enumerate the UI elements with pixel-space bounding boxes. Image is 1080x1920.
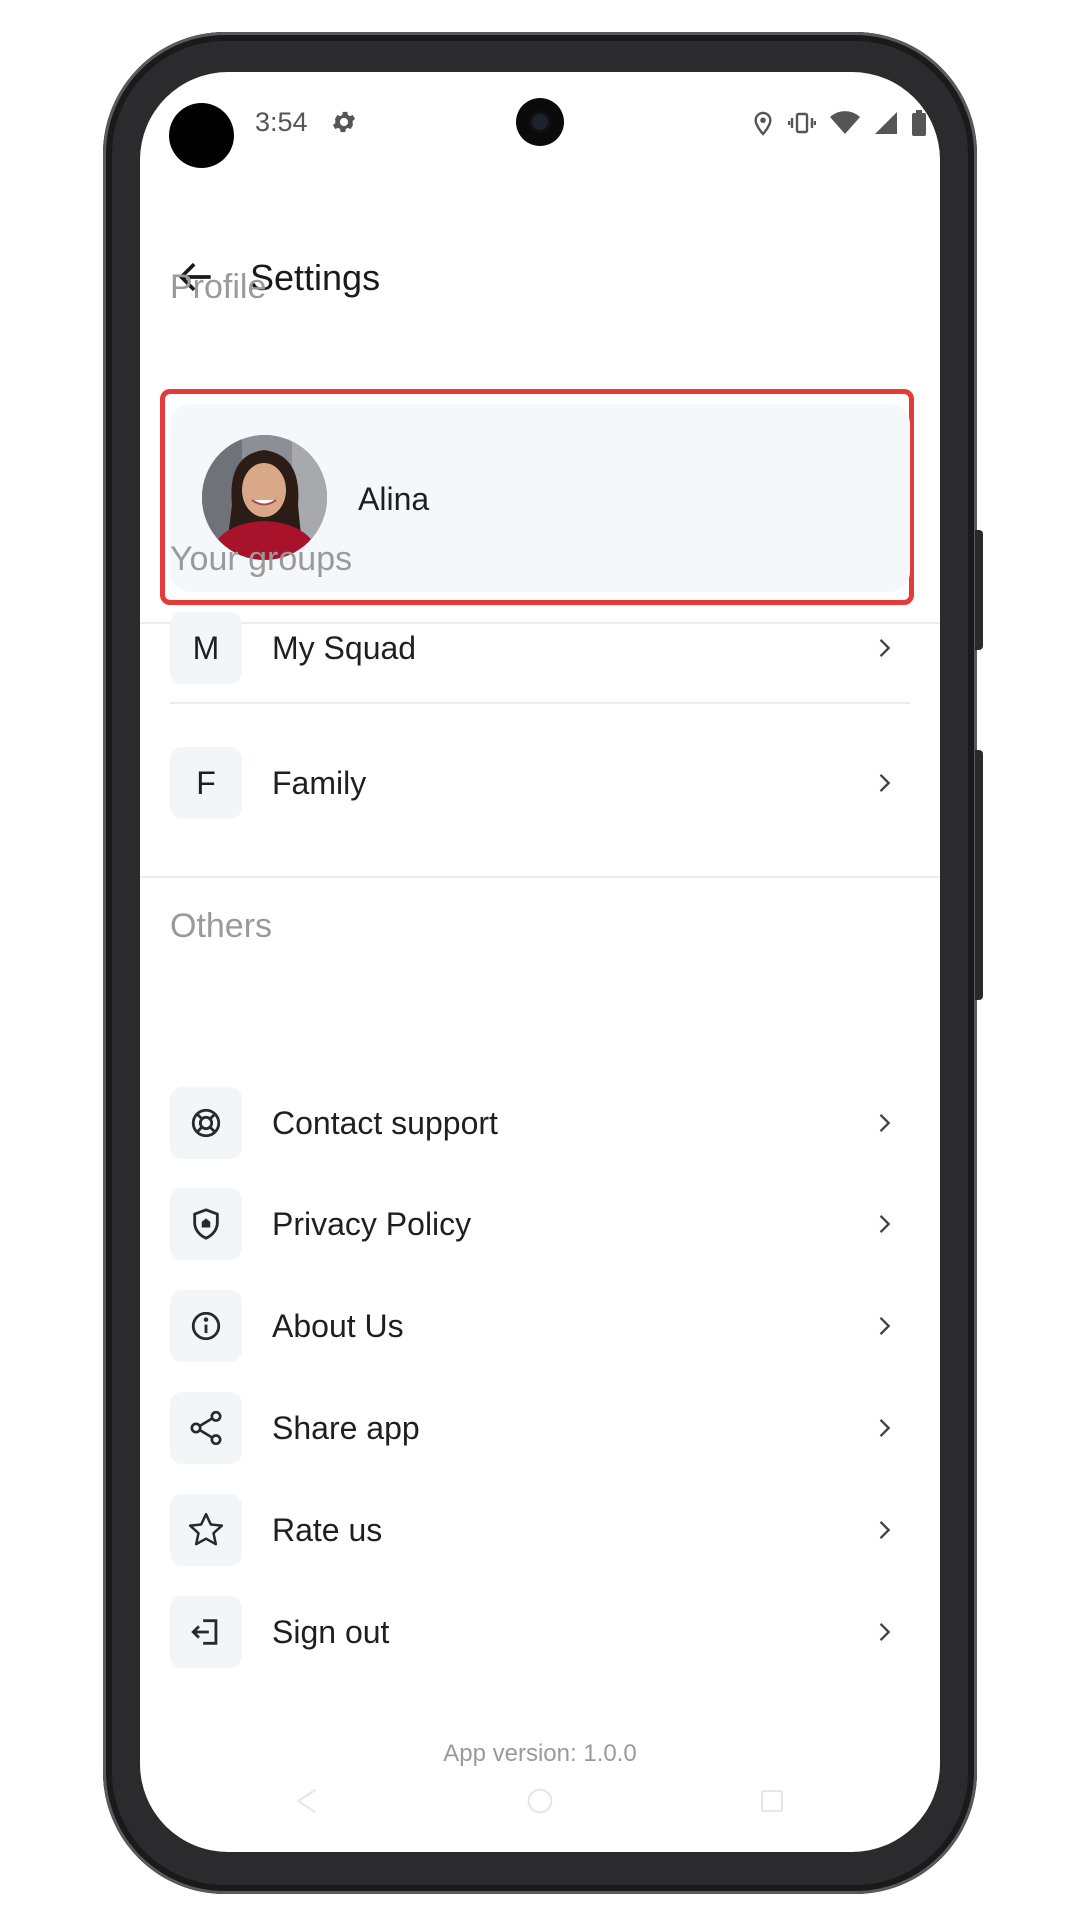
group-label: Family: [272, 765, 367, 801]
privacy-policy-label: Privacy Policy: [272, 1206, 472, 1242]
contact-support-label: Contact support: [272, 1105, 498, 1141]
row-divider: [170, 702, 910, 704]
info-icon: [170, 1290, 242, 1362]
section-header-groups: Your groups: [170, 540, 353, 578]
sign-out-label: Sign out: [272, 1614, 390, 1650]
sign-out-icon: [170, 1596, 242, 1668]
privacy-policy-row[interactable]: Privacy Policy: [170, 1188, 910, 1260]
chevron-right-icon: [870, 769, 898, 802]
chevron-right-icon: [870, 1414, 898, 1447]
vibrate-icon: [787, 111, 817, 140]
lifebuoy-icon: [170, 1087, 242, 1159]
sign-out-row[interactable]: Sign out: [170, 1596, 910, 1668]
section-header-profile: Profile: [170, 268, 267, 306]
star-icon: [170, 1494, 242, 1566]
contact-support-row[interactable]: Contact support: [170, 1087, 910, 1159]
front-camera: [516, 98, 564, 146]
page-title: Settings: [250, 257, 381, 298]
gear-icon: [330, 108, 358, 141]
status-bar: 3:54: [140, 72, 940, 182]
about-us-row[interactable]: About Us: [170, 1290, 910, 1362]
share-app-label: Share app: [272, 1410, 420, 1446]
chevron-right-icon: [870, 1516, 898, 1549]
phone-power-button: [975, 750, 983, 1000]
chevron-right-icon: [870, 1109, 898, 1142]
rate-us-label: Rate us: [272, 1512, 383, 1548]
phone-volume-button: [975, 530, 983, 650]
wifi-icon: [830, 111, 860, 140]
shield-icon: [170, 1188, 242, 1260]
battery-icon: [912, 110, 926, 141]
section-divider: [140, 876, 940, 878]
nav-back-icon[interactable]: [290, 1784, 324, 1823]
profile-name: Alina: [358, 481, 430, 517]
group-row-family[interactable]: F Family: [170, 747, 910, 819]
nav-home-icon[interactable]: [523, 1784, 557, 1823]
share-icon: [170, 1392, 242, 1464]
nav-recents-icon[interactable]: [755, 1784, 789, 1823]
camera-cutout: [169, 103, 234, 168]
status-time: 3:54: [255, 107, 308, 137]
status-icons: [752, 110, 926, 141]
chevron-right-icon: [870, 1618, 898, 1651]
location-icon: [752, 110, 774, 141]
chevron-right-icon: [870, 634, 898, 667]
section-header-others: Others: [170, 907, 273, 945]
signal-icon: [874, 111, 898, 140]
group-initial-badge: M: [170, 612, 242, 684]
chevron-right-icon: [870, 1312, 898, 1345]
group-initial-badge: F: [170, 747, 242, 819]
group-row-my-squad[interactable]: M My Squad: [170, 612, 910, 684]
about-us-label: About Us: [272, 1308, 404, 1344]
screen: 3:54 Settings Profile Alina Your groups …: [140, 72, 940, 1852]
app-version: App version: 1.0.0: [443, 1740, 637, 1767]
chevron-right-icon: [870, 1210, 898, 1243]
share-app-row[interactable]: Share app: [170, 1392, 910, 1464]
rate-us-row[interactable]: Rate us: [170, 1494, 910, 1566]
group-label: My Squad: [272, 630, 417, 666]
